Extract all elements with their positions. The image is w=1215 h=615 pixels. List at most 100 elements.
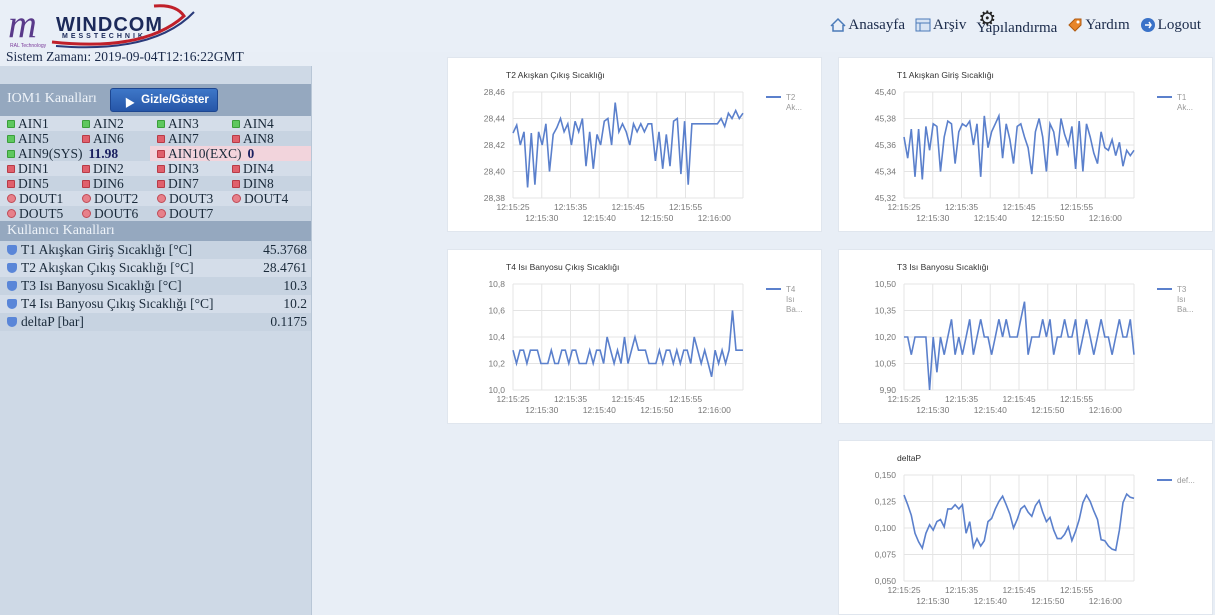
status-indicator-icon bbox=[232, 119, 240, 128]
cursor-icon bbox=[121, 95, 135, 108]
toggle-button-label: Gizle/Göster bbox=[141, 94, 209, 106]
y-tick-label: 10,50 bbox=[875, 279, 897, 289]
user-channel-value: 10.2 bbox=[283, 296, 307, 311]
user-channel-value: 45.3768 bbox=[263, 242, 307, 257]
x-tick-label: 12:15:45 bbox=[1002, 394, 1035, 404]
user-channel-label-wrap: T1 Akışkan Giriş Sıcaklığı [°C] bbox=[7, 242, 192, 258]
status-indicator-icon bbox=[157, 164, 165, 173]
status-indicator-icon bbox=[82, 194, 91, 203]
x-tick-label: 12:15:50 bbox=[640, 213, 673, 223]
channel-dout7[interactable]: DOUT7 bbox=[150, 206, 225, 221]
chart-t3-plot: 10,5010,3510,2010,059,9012:15:25 12:15:35… bbox=[875, 279, 1194, 415]
channel-label: DOUT6 bbox=[94, 206, 139, 221]
y-tick-label: 10,2 bbox=[488, 359, 505, 369]
user-channel-row[interactable]: T4 Isı Banyosu Çıkış Sıcaklığı [°C] 10.2 bbox=[0, 295, 311, 313]
channel-din6[interactable]: DIN6 bbox=[75, 176, 150, 191]
x-tick-label: 12:15:50 bbox=[640, 405, 673, 415]
x-tick-label: 12:16:00 bbox=[698, 405, 731, 415]
channel-ain3[interactable]: AIN3 bbox=[150, 116, 225, 131]
chart-t4-plot: 10,810,610,410,210,012:15:25 12:15:35 12:1… bbox=[488, 279, 802, 415]
legend-label: T2 bbox=[786, 93, 796, 102]
user-channel-label-wrap: T3 Isı Banyosu Sıcaklığı [°C] bbox=[7, 278, 182, 294]
user-channel-row[interactable]: T3 Isı Banyosu Sıcaklığı [°C] 10.3 bbox=[0, 277, 311, 295]
channel-label: AIN10(EXC) bbox=[168, 146, 242, 161]
channel-ain7[interactable]: AIN7 bbox=[150, 131, 225, 146]
channel-label: AIN5 bbox=[18, 131, 49, 146]
status-indicator-icon bbox=[82, 179, 90, 188]
iom-channel-grid: AIN1 AIN2 AIN3 AIN4 AIN5 AIN6 AIN7 AIN8 AIN9(SYS… bbox=[0, 116, 311, 221]
shield-icon bbox=[7, 299, 17, 309]
channel-value: 11.98 bbox=[88, 146, 119, 161]
home-icon bbox=[830, 17, 846, 33]
chart-card-t1: T1 Akışkan Giriş Sıcaklığı 45,40 45,38 45,… bbox=[838, 57, 1213, 232]
user-channel-label-wrap: T2 Akışkan Çıkış Sıcaklığı [°C] bbox=[7, 260, 194, 276]
nav-config[interactable]: ⚙ Yapılandırma bbox=[976, 6, 1057, 37]
status-indicator-icon bbox=[157, 119, 165, 128]
status-indicator-icon bbox=[157, 179, 165, 188]
user-channel-row[interactable]: deltaP [bar] 0.1175 bbox=[0, 313, 311, 331]
x-tick-label: 12:16:00 bbox=[698, 213, 731, 223]
channel-ain5[interactable]: AIN5 bbox=[0, 131, 75, 146]
y-tick-label: 28,44 bbox=[484, 114, 506, 124]
status-indicator-icon bbox=[7, 194, 16, 203]
channel-din2[interactable]: DIN2 bbox=[75, 161, 150, 176]
channel-dout6[interactable]: DOUT6 bbox=[75, 206, 150, 221]
nav-logout[interactable]: Logout bbox=[1140, 17, 1201, 34]
y-tick-label: 10,05 bbox=[875, 359, 897, 369]
windcom-logo[interactable]: m WINDCOM MESSTECHNIK RAL Technology bbox=[4, 2, 214, 50]
channel-label: DIN8 bbox=[243, 176, 274, 191]
channel-dout4[interactable]: DOUT4 bbox=[225, 191, 310, 206]
x-tick-label: 12:15:30 bbox=[525, 213, 558, 223]
channel-dout2[interactable]: DOUT2 bbox=[75, 191, 150, 206]
user-channel-label: T1 Akışkan Giriş Sıcaklığı [°C] bbox=[21, 242, 193, 257]
toggle-button[interactable]: Gizle/Göster bbox=[110, 88, 218, 112]
y-tick-label: 0,100 bbox=[875, 523, 897, 533]
channel-label: DIN2 bbox=[93, 161, 124, 176]
channel-ain2[interactable]: AIN2 bbox=[75, 116, 150, 131]
legend-label: Ba... bbox=[1177, 305, 1193, 314]
channel-label: DIN7 bbox=[168, 176, 199, 191]
channel-ain9[interactable]: AIN9(SYS) 11.98 bbox=[0, 146, 150, 161]
user-channel-label: T4 Isı Banyosu Çıkış Sıcaklığı [°C] bbox=[21, 296, 214, 311]
legend-label: T3 bbox=[1177, 285, 1187, 294]
user-channels-header: Kullanıcı Kanalları bbox=[0, 221, 311, 241]
channel-din5[interactable]: DIN5 bbox=[0, 176, 75, 191]
channel-din1[interactable]: DIN1 bbox=[0, 161, 75, 176]
nav-archive[interactable]: Arşiv bbox=[915, 17, 966, 34]
channel-dout1[interactable]: DOUT1 bbox=[0, 191, 75, 206]
x-tick-label: 12:15:35 bbox=[945, 585, 978, 595]
y-tick-label: 0,125 bbox=[875, 497, 897, 507]
shield-icon bbox=[7, 245, 17, 255]
x-tick-label: 12:16:00 bbox=[1089, 405, 1122, 415]
nav-archive-label: Arşiv bbox=[933, 16, 967, 33]
channel-ain4[interactable]: AIN4 bbox=[225, 116, 310, 131]
channel-din8[interactable]: DIN8 bbox=[225, 176, 310, 191]
channel-din4[interactable]: DIN4 bbox=[225, 161, 310, 176]
x-tick-label: 12:15:30 bbox=[916, 213, 949, 223]
channel-din3[interactable]: DIN3 bbox=[150, 161, 225, 176]
user-channel-label: deltaP [bar] bbox=[21, 314, 84, 329]
user-channel-row[interactable]: T2 Akışkan Çıkış Sıcaklığı [°C] 28.4761 bbox=[0, 259, 311, 277]
channel-din7[interactable]: DIN7 bbox=[150, 176, 225, 191]
x-tick-label: 12:15:30 bbox=[525, 405, 558, 415]
y-tick-label: 45,34 bbox=[875, 167, 897, 177]
x-tick-label: 12:15:50 bbox=[1031, 596, 1064, 606]
status-indicator-icon bbox=[157, 134, 165, 143]
user-channel-value: 0.1175 bbox=[270, 314, 307, 329]
user-channel-row[interactable]: T1 Akışkan Giriş Sıcaklığı [°C] 45.3768 bbox=[0, 241, 311, 259]
channel-row: DOUT1 DOUT2 DOUT3 DOUT4 bbox=[0, 191, 311, 206]
channel-ain1[interactable]: AIN1 bbox=[0, 116, 75, 131]
channel-ain6[interactable]: AIN6 bbox=[75, 131, 150, 146]
nav-home[interactable]: Anasayfa bbox=[830, 17, 905, 34]
channel-ain8[interactable]: AIN8 bbox=[225, 131, 310, 146]
channel-label: AIN1 bbox=[18, 116, 49, 131]
channel-ain10[interactable]: AIN10(EXC) 0 bbox=[150, 146, 311, 161]
channel-label: DOUT4 bbox=[244, 191, 289, 206]
nav-help[interactable]: Yardım bbox=[1067, 17, 1130, 34]
y-tick-label: 10,6 bbox=[488, 306, 505, 316]
channel-dout3[interactable]: DOUT3 bbox=[150, 191, 225, 206]
status-indicator-icon bbox=[157, 149, 165, 158]
channel-dout5[interactable]: DOUT5 bbox=[0, 206, 75, 221]
channel-label: AIN4 bbox=[243, 116, 274, 131]
status-indicator-icon bbox=[82, 209, 91, 218]
